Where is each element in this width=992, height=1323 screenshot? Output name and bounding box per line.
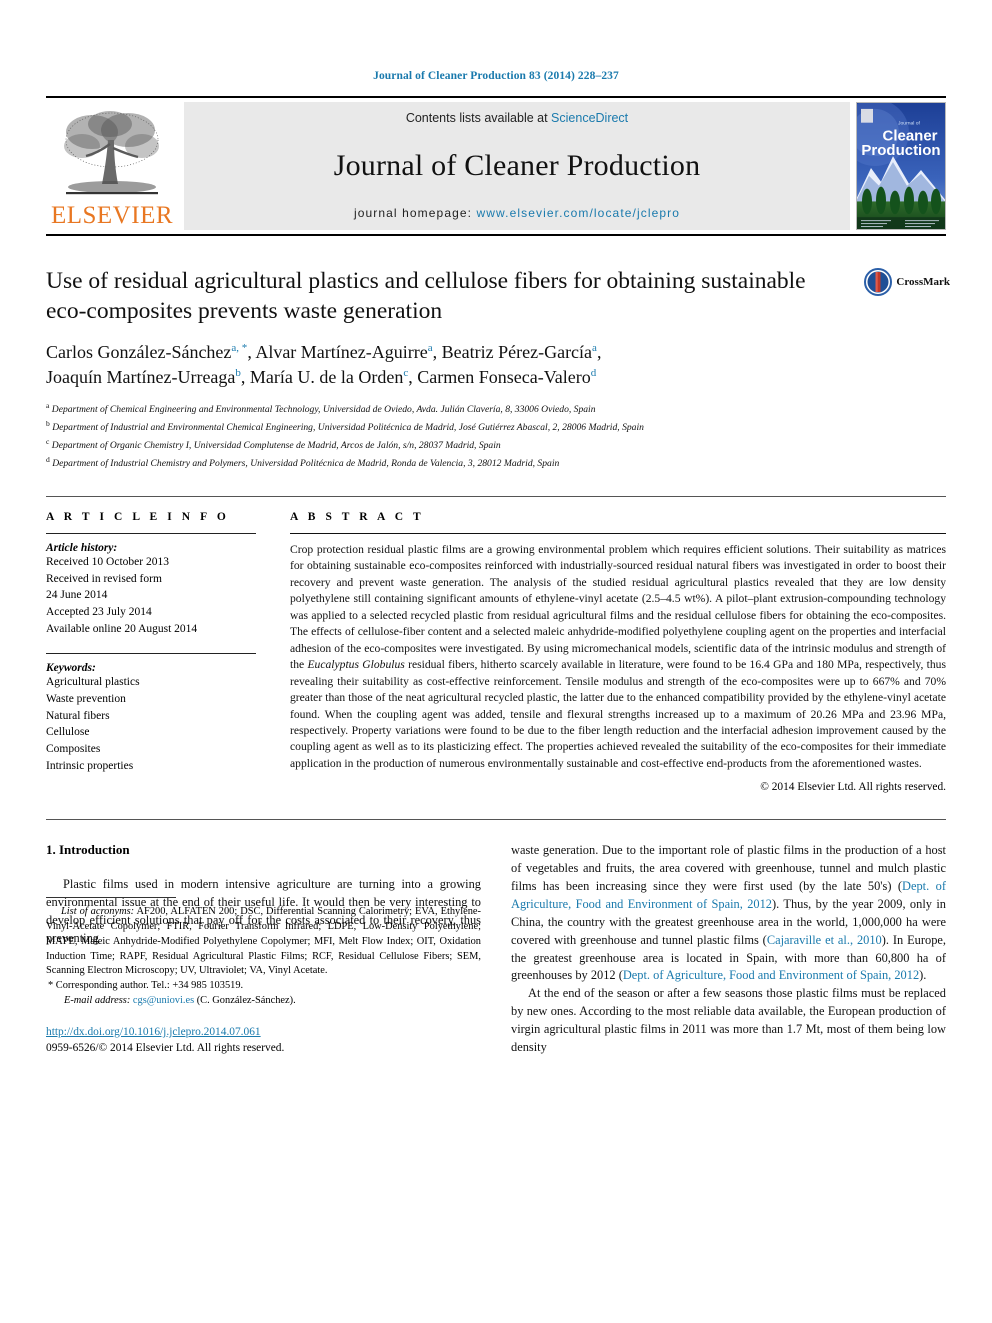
author-4: Joaquín Martínez-Urreaga — [46, 366, 236, 387]
history-accepted: Accepted 23 July 2014 — [46, 606, 152, 619]
affiliation-list: a Department of Chemical Engineering and… — [46, 400, 946, 472]
journal-masthead: ELSEVIER Contents lists available at Sci… — [46, 96, 946, 230]
affiliation-b-text: Department of Industrial and Environment… — [52, 422, 644, 434]
contents-available-line: Contents lists available at ScienceDirec… — [406, 111, 628, 125]
author-line1-end: , — [596, 342, 602, 363]
author-1: Carlos González-Sánchez — [46, 342, 232, 363]
abstract-text: Crop protection residual plastic films a… — [290, 542, 946, 772]
contents-prefix: Contents lists available at — [405, 111, 552, 125]
page-title: Use of residual agricultural plastics an… — [46, 268, 806, 325]
author-3: , Beatriz Pérez-García — [432, 342, 593, 363]
affiliation-c-mark: c — [46, 436, 50, 446]
journal-article-page: Journal of Cleaner Production 83 (2014) … — [0, 0, 992, 1323]
keyword-item: Waste prevention — [46, 693, 126, 706]
elsevier-wordmark: ELSEVIER — [50, 202, 174, 229]
introduction-right-text: waste generation. Due to the important r… — [511, 842, 946, 1056]
affiliation-b-mark: b — [46, 418, 50, 428]
abstract-column: A B S T R A C T Crop protection residual… — [290, 511, 946, 793]
keyword-item: Natural fibers — [46, 709, 110, 722]
cover-artwork: Journal of Cleaner Production — [857, 103, 945, 229]
sciencedirect-link[interactable]: ScienceDirect — [551, 111, 628, 125]
homepage-prefix: journal homepage: — [353, 206, 477, 220]
crossmark-label: CrossMark — [896, 276, 950, 288]
author-6: , Carmen Fonseca-Valero — [408, 366, 591, 387]
intro-paragraph-1-cont: waste generation. Due to the important r… — [511, 842, 946, 985]
masthead-bottom-rule — [46, 234, 946, 236]
author-2: , Alvar Martínez-Aguirre — [247, 342, 428, 363]
email-label: E-mail address: — [64, 994, 131, 1006]
acronyms-label: List of acronyms: — [61, 906, 135, 918]
abstract-species-name: Eucalyptus Globulus — [307, 658, 405, 672]
affiliation-b: b Department of Industrial and Environme… — [46, 418, 946, 436]
running-head: Journal of Cleaner Production 83 (2014) … — [373, 70, 619, 82]
intro-right-text-d: ). — [919, 968, 927, 983]
affiliation-d: d Department of Industrial Chemistry and… — [46, 454, 946, 472]
journal-band: Contents lists available at ScienceDirec… — [184, 102, 850, 230]
abstract-heading: A B S T R A C T — [290, 511, 425, 523]
history-available-online: Available online 20 August 2014 — [46, 622, 198, 635]
article-info-rule — [46, 533, 256, 534]
keyword-item: Intrinsic properties — [46, 759, 134, 772]
history-received: Received 10 October 2013 — [46, 556, 169, 568]
elsevier-logo: ELSEVIER — [46, 102, 178, 230]
article-info-heading: A R T I C L E I N F O — [46, 511, 230, 523]
intro-right-text-a: waste generation. Due to the important r… — [511, 843, 946, 894]
keywords-title: Keywords: — [46, 662, 96, 675]
svg-text:Journal of: Journal of — [898, 121, 921, 127]
footnote-zone: List of acronyms: AF200, ALFATEN 200; DS… — [46, 897, 481, 1056]
author-list: Carlos González-Sáncheza, *, Alvar Martí… — [46, 340, 836, 390]
crossmark-icon — [864, 268, 893, 296]
affiliation-a-text: Department of Chemical Engineering and E… — [51, 404, 596, 415]
introduction-heading: 1. Introduction — [46, 842, 130, 858]
issn-copyright-line: 0959-6526/© 2014 Elsevier Ltd. All right… — [46, 1042, 285, 1055]
body-columns: 1. Introduction Plastic films used in mo… — [46, 842, 946, 1056]
author-5: , María U. de la Orden — [240, 366, 404, 387]
history-revised-date: 24 June 2014 — [46, 589, 108, 602]
homepage-url-link[interactable]: www.elsevier.com/locate/jclepro — [477, 206, 681, 220]
author-1-affil-mark[interactable]: a, * — [231, 342, 247, 354]
abstract-part-1: Crop protection residual plastic films a… — [290, 543, 946, 672]
author-6-affil-mark[interactable]: d — [591, 367, 597, 379]
email-link[interactable]: cgs@uniovi.es — [133, 995, 194, 1006]
doi-link[interactable]: http://dx.doi.org/10.1016/j.jclepro.2014… — [46, 1024, 481, 1041]
doi-block: http://dx.doi.org/10.1016/j.jclepro.2014… — [46, 1024, 481, 1057]
keyword-item: Composites — [46, 743, 101, 756]
journal-title: Journal of Cleaner Production — [333, 148, 701, 182]
affiliation-c-text: Department of Organic Chemistry I, Unive… — [51, 440, 501, 452]
affiliation-c: c Department of Organic Chemistry I, Uni… — [46, 436, 946, 454]
article-history-title: Article history: — [46, 542, 118, 554]
info-abstract-region: A R T I C L E I N F O Article history: R… — [46, 496, 946, 793]
abstract-rule — [290, 533, 946, 534]
body-top-rule — [46, 819, 946, 821]
keyword-item: Cellulose — [46, 726, 90, 739]
email-footnote: E-mail address: cgs@uniovi.es (C. Gonzál… — [46, 994, 481, 1009]
affiliation-a-mark: a — [46, 400, 50, 410]
journal-cover-thumbnail[interactable]: Journal of Cleaner Production — [856, 102, 946, 230]
elsevier-tree-icon — [64, 111, 159, 195]
abstract-copyright: © 2014 Elsevier Ltd. All rights reserved… — [760, 781, 946, 794]
history-revised-label: Received in revised form — [46, 572, 162, 585]
affiliation-d-text: Department of Industrial Chemistry and P… — [52, 458, 560, 470]
body-left-column: 1. Introduction Plastic films used in mo… — [46, 842, 481, 1056]
keywords-block: Keywords: Agricultural plastics Waste pr… — [46, 653, 256, 774]
affiliation-a: a Department of Chemical Engineering and… — [46, 400, 946, 418]
email-suffix: (C. González-Sánchez). — [194, 994, 296, 1006]
footnote-separator — [46, 897, 176, 899]
affiliation-d-mark: d — [46, 454, 50, 464]
keyword-item: Agricultural plastics — [46, 676, 140, 689]
keywords-rule — [46, 653, 256, 655]
svg-text:Cleaner: Cleaner — [882, 129, 937, 145]
corresponding-author-footnote: * Corresponding author. Tel.: +34 985 10… — [48, 980, 244, 992]
acronyms-footnote: List of acronyms: AF200, ALFATEN 200; DS… — [46, 905, 481, 979]
body-right-column: waste generation. Due to the important r… — [511, 842, 946, 1056]
crossmark-badge[interactable]: CrossMark — [864, 268, 950, 296]
article-info-column: A R T I C L E I N F O Article history: R… — [46, 511, 256, 793]
svg-text:Production: Production — [861, 143, 940, 159]
intro-paragraph-2: At the end of the season or after a few … — [511, 986, 946, 1054]
title-block: CrossMark Use of residual agricultural p… — [46, 266, 950, 472]
abstract-part-2: residual fibers, hitherto scarcely avail… — [290, 658, 946, 770]
citation-dept-agriculture-2[interactable]: Dept. of Agriculture, Food and Environme… — [623, 968, 919, 982]
citation-cajaraville[interactable]: Cajaraville et al., 2010 — [767, 933, 882, 947]
journal-homepage-line: journal homepage: www.elsevier.com/locat… — [354, 206, 680, 220]
